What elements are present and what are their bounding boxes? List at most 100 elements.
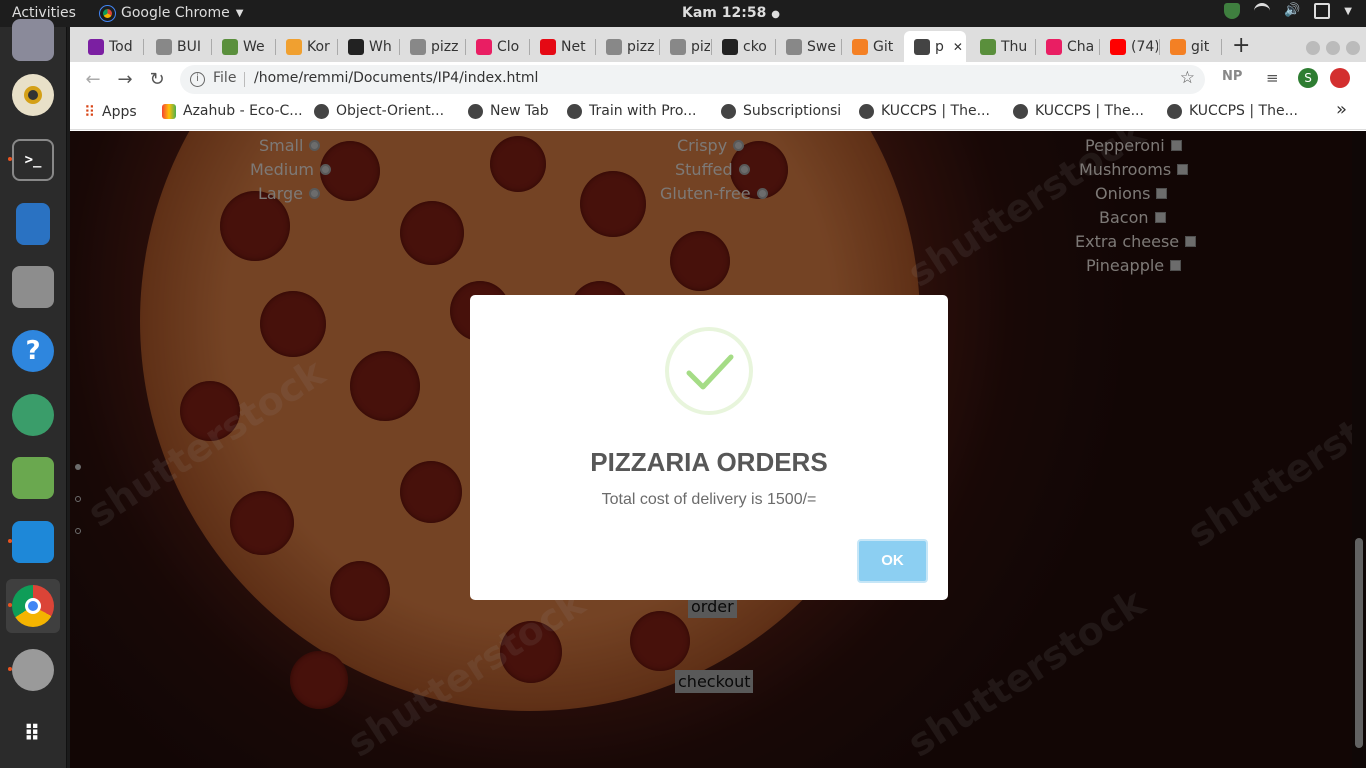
show-apps-button[interactable]: ⠿ — [6, 707, 60, 761]
dock-rhythmbox[interactable] — [6, 68, 60, 122]
browser-tab[interactable]: cko — [712, 31, 774, 62]
bookmark-kuccps-2[interactable]: KUCCPS | The... — [1013, 103, 1144, 119]
system-tray[interactable]: 🔊 ▼ — [1224, 3, 1352, 19]
browser-tab[interactable]: (74) — [1100, 31, 1158, 62]
dock-atom[interactable] — [6, 388, 60, 442]
browser-tab[interactable]: BUI — [146, 31, 210, 62]
tab-label: We — [243, 38, 265, 55]
tab-separator — [143, 39, 144, 55]
extension-red-icon[interactable] — [1330, 68, 1350, 88]
browser-tab[interactable]: pizz — [400, 31, 464, 62]
tab-favicon-icon — [914, 38, 930, 55]
tab-label: Clo — [497, 38, 520, 55]
tab-label: (74) — [1131, 38, 1158, 55]
chrome-icon — [12, 585, 54, 627]
minimize-button[interactable] — [1306, 41, 1320, 55]
browser-tab[interactable]: pizz — [596, 31, 658, 62]
bookmarks-overflow-button[interactable]: » — [1336, 99, 1347, 120]
tab-favicon-icon — [722, 38, 738, 55]
browser-tab[interactable]: Wh — [338, 31, 398, 62]
page-viewport: shutterstock shutterstock shutterstock s… — [70, 131, 1366, 768]
dock-writer[interactable] — [6, 197, 60, 251]
shield-icon[interactable] — [1224, 3, 1241, 19]
browser-tab[interactable]: Kor — [276, 31, 336, 62]
close-window-button[interactable] — [1346, 41, 1360, 55]
tab-favicon-icon — [852, 38, 868, 55]
browser-tab[interactable]: Net — [530, 31, 594, 62]
app-menu[interactable]: Google Chrome ▼ — [99, 4, 243, 22]
tab-favicon-icon — [222, 38, 238, 55]
browser-tab[interactable]: Tod — [78, 31, 142, 62]
dock-settings[interactable] — [6, 643, 60, 697]
azahub-icon — [162, 103, 176, 119]
bookmark-kuccps-3[interactable]: KUCCPS | The... — [1167, 103, 1298, 119]
globe-icon — [468, 103, 483, 119]
alert-dialog: PIZZARIA ORDERS Total cost of delivery i… — [470, 295, 948, 600]
tab-label: p — [935, 38, 944, 55]
browser-tab[interactable]: Swe — [776, 31, 840, 62]
bookmark-object-oriented[interactable]: Object-Orient... — [314, 103, 444, 119]
address-url[interactable]: /home/remmi/Documents/IP4/index.html — [254, 70, 538, 86]
tab-label: Net — [561, 38, 586, 55]
browser-tab[interactable]: pizz — [660, 31, 710, 62]
tab-favicon-icon — [410, 38, 426, 55]
bookmark-label: New Tab — [490, 103, 549, 119]
browser-toolbar: ← → ↻ i File /home/remmi/Documents/IP4/i… — [70, 62, 1366, 96]
ok-button[interactable]: OK — [857, 539, 928, 583]
bookmark-new-tab[interactable]: New Tab — [468, 103, 549, 119]
wifi-icon[interactable] — [1254, 3, 1271, 19]
dock-files[interactable] — [6, 260, 60, 314]
document-icon — [16, 203, 50, 245]
help-icon: ? — [12, 330, 54, 372]
clock[interactable]: Kam 12:58 ● — [682, 5, 780, 21]
browser-tab[interactable]: Thu — [970, 31, 1034, 62]
dock-mail[interactable] — [6, 13, 60, 67]
bookmark-label: Train with Pro... — [589, 103, 697, 119]
bookmark-train-with-pro[interactable]: Train with Pro... — [567, 103, 697, 119]
address-bar[interactable]: i File /home/remmi/Documents/IP4/index.h… — [180, 65, 1205, 94]
tab-label: Cha — [1067, 38, 1095, 55]
profile-avatar[interactable]: S — [1298, 68, 1318, 88]
extension-np[interactable]: NP — [1222, 69, 1242, 84]
browser-tab[interactable]: git — [1160, 31, 1220, 62]
tab-favicon-icon — [540, 38, 556, 55]
dock-image-viewer[interactable] — [6, 451, 60, 505]
browser-tab[interactable]: p ✕ — [904, 31, 966, 62]
dock-help[interactable]: ? — [6, 324, 60, 378]
back-arrow-icon[interactable]: ← — [80, 66, 106, 92]
checkmark-icon — [665, 327, 753, 415]
bookmark-apps[interactable]: ⠿ Apps — [84, 103, 137, 121]
tab-favicon-icon — [670, 38, 686, 55]
chevron-down-icon[interactable]: ▼ — [1344, 6, 1352, 17]
browser-tab[interactable]: We — [212, 31, 274, 62]
globe-icon — [314, 103, 329, 119]
dock-terminal[interactable]: >_ — [6, 133, 60, 187]
tab-favicon-icon — [786, 38, 802, 55]
media-control-icon[interactable]: ≡ — [1266, 69, 1279, 87]
tab-favicon-icon — [980, 38, 996, 55]
close-tab-icon[interactable]: ✕ — [953, 40, 963, 54]
tab-label: Swe — [807, 38, 836, 55]
tab-favicon-icon — [156, 38, 172, 55]
bookmark-kuccps-1[interactable]: KUCCPS | The... — [859, 103, 990, 119]
bookmark-label: Subscriptionsi — [743, 103, 842, 119]
star-icon[interactable]: ☆ — [1180, 68, 1195, 88]
tab-label: pizz — [431, 38, 459, 55]
info-icon[interactable]: i — [190, 72, 205, 87]
bookmark-subscriptions[interactable]: Subscriptionsi — [721, 103, 841, 119]
bookmark-azahub[interactable]: Azahub - Eco-C... — [162, 103, 303, 119]
apps-grid-icon: ⠿ — [84, 103, 95, 121]
reload-icon[interactable]: ↻ — [144, 66, 170, 92]
dock-chrome[interactable] — [6, 579, 60, 633]
browser-tab[interactable]: Git — [842, 31, 902, 62]
battery-icon[interactable] — [1314, 3, 1331, 19]
forward-arrow-icon[interactable]: → — [112, 66, 138, 92]
new-tab-button[interactable]: + — [1232, 33, 1250, 58]
volume-icon[interactable]: 🔊 — [1284, 3, 1300, 19]
dock-vscode[interactable] — [6, 515, 60, 569]
maximize-button[interactable] — [1326, 41, 1340, 55]
browser-tab[interactable]: Cha — [1036, 31, 1098, 62]
tab-label: BUI — [177, 38, 201, 55]
tab-favicon-icon — [606, 38, 622, 55]
browser-tab[interactable]: Clo — [466, 31, 528, 62]
